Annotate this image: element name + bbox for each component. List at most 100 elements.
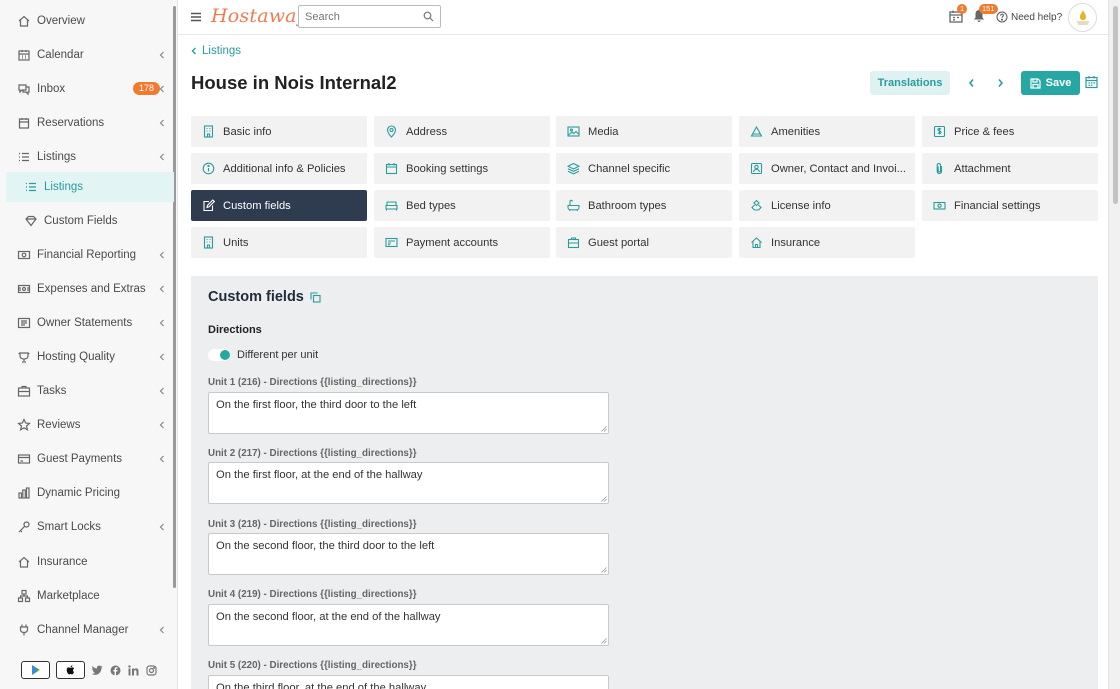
- image-icon: [567, 125, 580, 138]
- sidebar-item-overview[interactable]: Overview: [0, 6, 174, 36]
- calendar-badge: 1: [957, 4, 968, 14]
- sidebar-item-dynamic-pricing[interactable]: Dynamic Pricing: [0, 478, 174, 508]
- sidebar-item-reviews[interactable]: Reviews: [0, 410, 174, 440]
- google-play-button[interactable]: [21, 661, 50, 679]
- facebook-icon[interactable]: [109, 664, 121, 676]
- sidebar-subitem-listings[interactable]: Listings: [6, 172, 174, 202]
- resize-grip-icon[interactable]: [601, 496, 607, 502]
- sidebar-item-label: Smart Locks: [37, 521, 101, 533]
- sidebar-item-tasks[interactable]: Tasks: [0, 376, 174, 406]
- tab-license-info[interactable]: License info: [739, 190, 915, 221]
- tab-insurance[interactable]: Insurance: [739, 227, 915, 258]
- sidebar-item-smart-locks[interactable]: Smart Locks: [0, 512, 174, 542]
- avatar[interactable]: [1068, 3, 1097, 32]
- calendar-icon[interactable]: [1085, 75, 1098, 89]
- tab-amenities[interactable]: Amenities: [739, 116, 915, 147]
- sidebar-item-label: Channel Manager: [37, 624, 129, 636]
- sidebar-item-label: Listings: [37, 151, 76, 163]
- tab-payment-accounts[interactable]: Payment accounts: [374, 227, 550, 258]
- sidebar-item-label: Listings: [44, 181, 83, 193]
- unit-field-label: Unit 4 (219) - Directions {{listing_dire…: [208, 589, 417, 600]
- calendar-icon: [17, 48, 31, 62]
- sidebar-item-channel-manager[interactable]: Channel Manager: [0, 615, 174, 645]
- briefcase-icon: [17, 384, 31, 398]
- menu-icon[interactable]: [190, 11, 202, 23]
- translations-button[interactable]: Translations: [870, 71, 950, 95]
- save-button[interactable]: Save: [1021, 71, 1080, 95]
- bed-icon: [385, 199, 398, 212]
- previous-listing-button[interactable]: [964, 75, 978, 91]
- unit-2-directions-field[interactable]: On the first floor, at the end of the ha…: [208, 462, 609, 504]
- tab-channel-specific[interactable]: Channel specific: [556, 153, 732, 184]
- tab-additional-info-policies[interactable]: Additional info & Policies: [191, 153, 367, 184]
- sidebar-item-financial-reporting[interactable]: Financial Reporting: [0, 240, 174, 270]
- sidebar-item-expenses[interactable]: Expenses and Extras: [0, 274, 174, 304]
- linkedin-icon[interactable]: [127, 664, 139, 676]
- search-input[interactable]: [298, 5, 441, 28]
- save-label: Save: [1045, 77, 1072, 89]
- tab-label: Financial settings: [954, 199, 1041, 212]
- different-per-unit-toggle[interactable]: [208, 349, 230, 361]
- unit-5-directions-field[interactable]: On the third floor, at the end of the ha…: [208, 675, 609, 689]
- payment-card-icon: [385, 236, 398, 249]
- sidebar-item-marketplace[interactable]: Marketplace: [0, 581, 174, 611]
- sidebar-item-label: Financial Reporting: [37, 249, 137, 261]
- sidebar-item-label: Insurance: [37, 556, 88, 568]
- sidebar-item-label: Reviews: [37, 419, 81, 431]
- chevron-left-icon: [159, 285, 164, 293]
- unit-1-directions-field[interactable]: On the first floor, the third door to th…: [208, 392, 609, 434]
- page-scrollbar[interactable]: [1108, 0, 1120, 689]
- custom-fields-panel: Custom fields Directions Different per u…: [191, 276, 1098, 689]
- unit-4-directions-field[interactable]: On the second floor, at the end of the h…: [208, 604, 609, 646]
- tab-label: Payment accounts: [406, 236, 499, 249]
- sidebar-item-label: Owner Statements: [37, 317, 133, 329]
- tab-price-fees[interactable]: Price & fees: [922, 116, 1098, 147]
- tab-attachment[interactable]: Attachment: [922, 153, 1098, 184]
- chevron-left-icon: [159, 421, 164, 429]
- app-store-button[interactable]: [56, 661, 85, 679]
- back-to-listings-link[interactable]: Listings: [191, 45, 241, 57]
- sidebar-item-listings[interactable]: Listings: [0, 142, 174, 172]
- tab-custom-fields[interactable]: Custom fields: [191, 190, 367, 221]
- need-help-label: Need help?: [1011, 11, 1063, 23]
- plug-icon: [17, 623, 31, 637]
- sidebar-item-reservations[interactable]: Reservations: [0, 108, 174, 138]
- tab-basic-info[interactable]: Basic info: [191, 116, 367, 147]
- tab-guest-portal[interactable]: Guest portal: [556, 227, 732, 258]
- tab-bed-types[interactable]: Bed types: [374, 190, 550, 221]
- sidebar-item-label: Marketplace: [37, 590, 100, 602]
- triangle-icon: [750, 125, 763, 138]
- copy-icon[interactable]: [310, 291, 321, 303]
- sidebar-item-calendar[interactable]: Calendar: [0, 40, 174, 70]
- need-help-link[interactable]: Need help?: [996, 11, 1062, 23]
- tab-label: Basic info: [223, 125, 272, 138]
- unit-3-directions-field[interactable]: On the second floor, the third door to t…: [208, 533, 609, 575]
- twitter-icon[interactable]: [91, 664, 103, 676]
- sidebar-item-owner-statements[interactable]: Owner Statements: [0, 308, 174, 338]
- search-icon[interactable]: [423, 11, 434, 22]
- sidebar-item-insurance[interactable]: Insurance: [0, 547, 174, 577]
- tab-owner-contact-invoicing[interactable]: Owner, Contact and Invoi...: [739, 153, 915, 184]
- tab-media[interactable]: Media: [556, 116, 732, 147]
- tab-units[interactable]: Units: [191, 227, 367, 258]
- tab-label: Owner, Contact and Invoi...: [771, 162, 906, 175]
- resize-grip-icon[interactable]: [601, 426, 607, 432]
- tab-address[interactable]: Address: [374, 116, 550, 147]
- sidebar-subitem-custom-fields[interactable]: Custom Fields: [0, 206, 174, 236]
- unit-field-label: Unit 1 (216) - Directions {{listing_dire…: [208, 377, 417, 388]
- calendar-icon: [385, 162, 398, 175]
- sidebar-item-guest-payments[interactable]: Guest Payments: [0, 444, 174, 474]
- tab-label: Additional info & Policies: [223, 162, 346, 175]
- page-scrollbar-thumb[interactable]: [1113, 6, 1118, 204]
- hostaway-logo[interactable]: Hostaway: [211, 5, 308, 27]
- sidebar-item-hosting-quality[interactable]: Hosting Quality: [0, 342, 174, 372]
- next-listing-button[interactable]: [993, 75, 1007, 91]
- sidebar-item-inbox[interactable]: Inbox 178: [0, 74, 174, 104]
- tab-bathroom-types[interactable]: Bathroom types: [556, 190, 732, 221]
- resize-grip-icon[interactable]: [601, 638, 607, 644]
- tab-financial-settings[interactable]: Financial settings: [922, 190, 1098, 221]
- resize-grip-icon[interactable]: [601, 567, 607, 573]
- instagram-icon[interactable]: [145, 664, 157, 676]
- toggle-label: Different per unit: [237, 349, 319, 361]
- tab-booking-settings[interactable]: Booking settings: [374, 153, 550, 184]
